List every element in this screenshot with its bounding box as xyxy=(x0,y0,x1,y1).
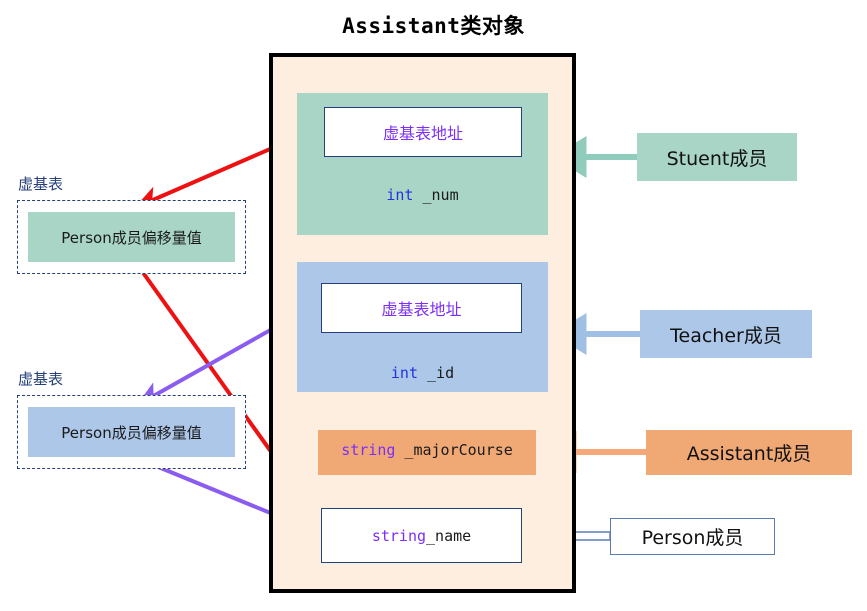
assistant-field-majorcourse: string _majorCourse xyxy=(318,441,536,459)
student-field-num: int _num xyxy=(297,186,548,204)
callout-assistant-members: Assistant成员 xyxy=(646,430,852,475)
teacher-field-type: int xyxy=(390,364,418,382)
callout-teacher-members: Teacher成员 xyxy=(640,310,812,358)
teacher-field-id: int _id xyxy=(297,364,548,382)
callout-person-members: Person成员 xyxy=(610,518,775,555)
student-field-name: _num xyxy=(413,186,459,204)
callout-student-members: Stuent成员 xyxy=(637,133,797,181)
teacher-field-name: _id xyxy=(417,364,455,382)
teacher-vbtable-pointer-box: 虚基表地址 xyxy=(321,283,522,333)
student-vbtable-pointer-box: 虚基表地址 xyxy=(324,107,522,157)
vbtable-entry-1: Person成员偏移量值 xyxy=(28,212,235,262)
person-field-name-box: string _name xyxy=(321,508,522,563)
vbtable-label-2: 虚基表 xyxy=(18,370,64,388)
page-title: Assistant类对象 xyxy=(342,14,525,38)
vbtable-entry-2: Person成员偏移量值 xyxy=(28,407,235,457)
person-field-type: string xyxy=(371,526,427,545)
vbtable-label-1: 虚基表 xyxy=(18,175,64,193)
student-field-type: int xyxy=(386,186,414,204)
assistant-field-name: _majorCourse xyxy=(395,441,513,459)
person-field-name: _name xyxy=(426,526,472,545)
assistant-field-type: string xyxy=(341,441,396,459)
